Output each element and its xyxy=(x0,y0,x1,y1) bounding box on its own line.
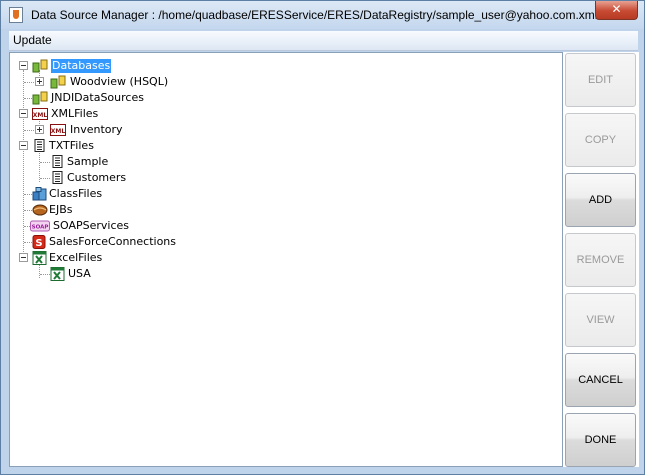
tree-connector xyxy=(24,98,32,99)
xml-file-icon: XML xyxy=(50,124,66,136)
tree-node-excelfiles[interactable]: ExcelFiles xyxy=(10,251,210,265)
xml-badge-text: XML xyxy=(33,112,48,119)
window-title: Data Source Manager : /home/quadbase/ERE… xyxy=(31,8,598,22)
tree-node-classfiles[interactable]: ClassFiles xyxy=(10,187,210,201)
add-button[interactable]: ADD xyxy=(565,173,636,227)
menu-update[interactable]: Update xyxy=(13,33,52,47)
tree-label-classfiles: ClassFiles xyxy=(49,187,103,200)
soap-badge-text: SOAP xyxy=(32,225,49,231)
java-app-icon xyxy=(9,7,23,23)
expand-toggle[interactable] xyxy=(35,77,44,86)
tree-connector xyxy=(24,130,34,131)
xml-file-icon: XML xyxy=(32,108,48,120)
tree-label-soapservices: SOAPServices xyxy=(53,219,129,232)
close-button[interactable]: ✕ xyxy=(595,1,638,20)
salesforce-icon: S xyxy=(32,235,46,249)
tree-connector xyxy=(40,162,50,163)
tree-label-inventory: Inventory xyxy=(70,123,123,136)
tree-node-xmlfiles[interactable]: XML XMLFiles xyxy=(10,107,210,121)
done-button[interactable]: DONE xyxy=(565,413,636,467)
bean-icon xyxy=(32,204,48,216)
tree-node-inventory[interactable]: XML Inventory xyxy=(10,123,210,137)
tree-node-txtfiles[interactable]: TXTFiles xyxy=(10,139,210,153)
remove-button[interactable]: REMOVE xyxy=(565,233,636,287)
tree-label-excelfiles: ExcelFiles xyxy=(49,251,103,264)
tree-label-woodview: Woodview (HSQL) xyxy=(70,75,169,88)
expand-toggle[interactable] xyxy=(19,61,28,70)
tree-connector xyxy=(24,210,32,211)
tree-connector xyxy=(40,274,50,275)
action-button-panel: EDIT COPY ADD REMOVE VIEW CANCEL DONE xyxy=(563,52,639,467)
tree-label-sample: Sample xyxy=(67,155,109,168)
soap-icon: SOAP xyxy=(30,220,50,232)
title-bar[interactable]: Data Source Manager : /home/quadbase/ERE… xyxy=(1,1,644,29)
salesforce-badge-text: S xyxy=(35,238,42,249)
tree-node-usa[interactable]: USA xyxy=(10,267,210,281)
tree-node-sample[interactable]: Sample xyxy=(10,155,210,169)
tree-node-ejbs[interactable]: EJBs xyxy=(10,203,210,217)
expand-toggle[interactable] xyxy=(19,141,28,150)
tree-node-soapservices[interactable]: SOAP SOAPServices xyxy=(10,219,210,233)
expand-toggle[interactable] xyxy=(19,253,28,262)
tree-label-xmlfiles: XMLFiles xyxy=(51,107,99,120)
text-file-icon xyxy=(52,155,63,168)
excel-icon xyxy=(50,267,65,281)
text-file-icon xyxy=(52,171,63,184)
tree-node-salesforce[interactable]: S SalesForceConnections xyxy=(10,235,210,249)
tree-label-customers: Customers xyxy=(67,171,127,184)
tree-label-ejbs: EJBs xyxy=(49,203,73,216)
tree-connector xyxy=(40,178,50,179)
cancel-button[interactable]: CANCEL xyxy=(565,353,636,407)
tree-node-customers[interactable]: Customers xyxy=(10,171,210,185)
menu-bar: Update xyxy=(9,31,638,51)
database-icon xyxy=(50,75,66,89)
tree-node-woodview[interactable]: Woodview (HSQL) xyxy=(10,75,210,89)
copy-button[interactable]: COPY xyxy=(565,113,636,167)
xml-badge-text: XML xyxy=(51,128,66,135)
tree-label-databases: Databases xyxy=(51,59,112,73)
tree-label-usa: USA xyxy=(68,267,91,280)
tree-node-jndi[interactable]: JNDIDataSources xyxy=(10,91,210,105)
database-icon xyxy=(32,91,48,105)
tree-connector xyxy=(24,194,32,195)
tree-node-databases[interactable]: Databases xyxy=(10,59,210,73)
tree-label-salesforce: SalesForceConnections xyxy=(49,235,177,248)
data-source-tree[interactable]: Databases Woodview (HSQL) JNDIDataSource… xyxy=(9,52,563,467)
data-source-manager-window: Data Source Manager : /home/quadbase/ERE… xyxy=(0,0,645,475)
edit-button[interactable]: EDIT xyxy=(565,53,636,107)
class-files-icon xyxy=(32,187,47,201)
view-button[interactable]: VIEW xyxy=(565,293,636,347)
expand-toggle[interactable] xyxy=(19,109,28,118)
tree-connector xyxy=(24,82,34,83)
text-file-icon xyxy=(34,139,45,152)
excel-icon xyxy=(32,251,47,265)
tree-label-txtfiles: TXTFiles xyxy=(49,139,94,152)
tree-label-jndi: JNDIDataSources xyxy=(51,91,144,104)
expand-toggle[interactable] xyxy=(35,125,44,134)
tree-connector xyxy=(24,242,32,243)
database-icon xyxy=(32,59,48,73)
